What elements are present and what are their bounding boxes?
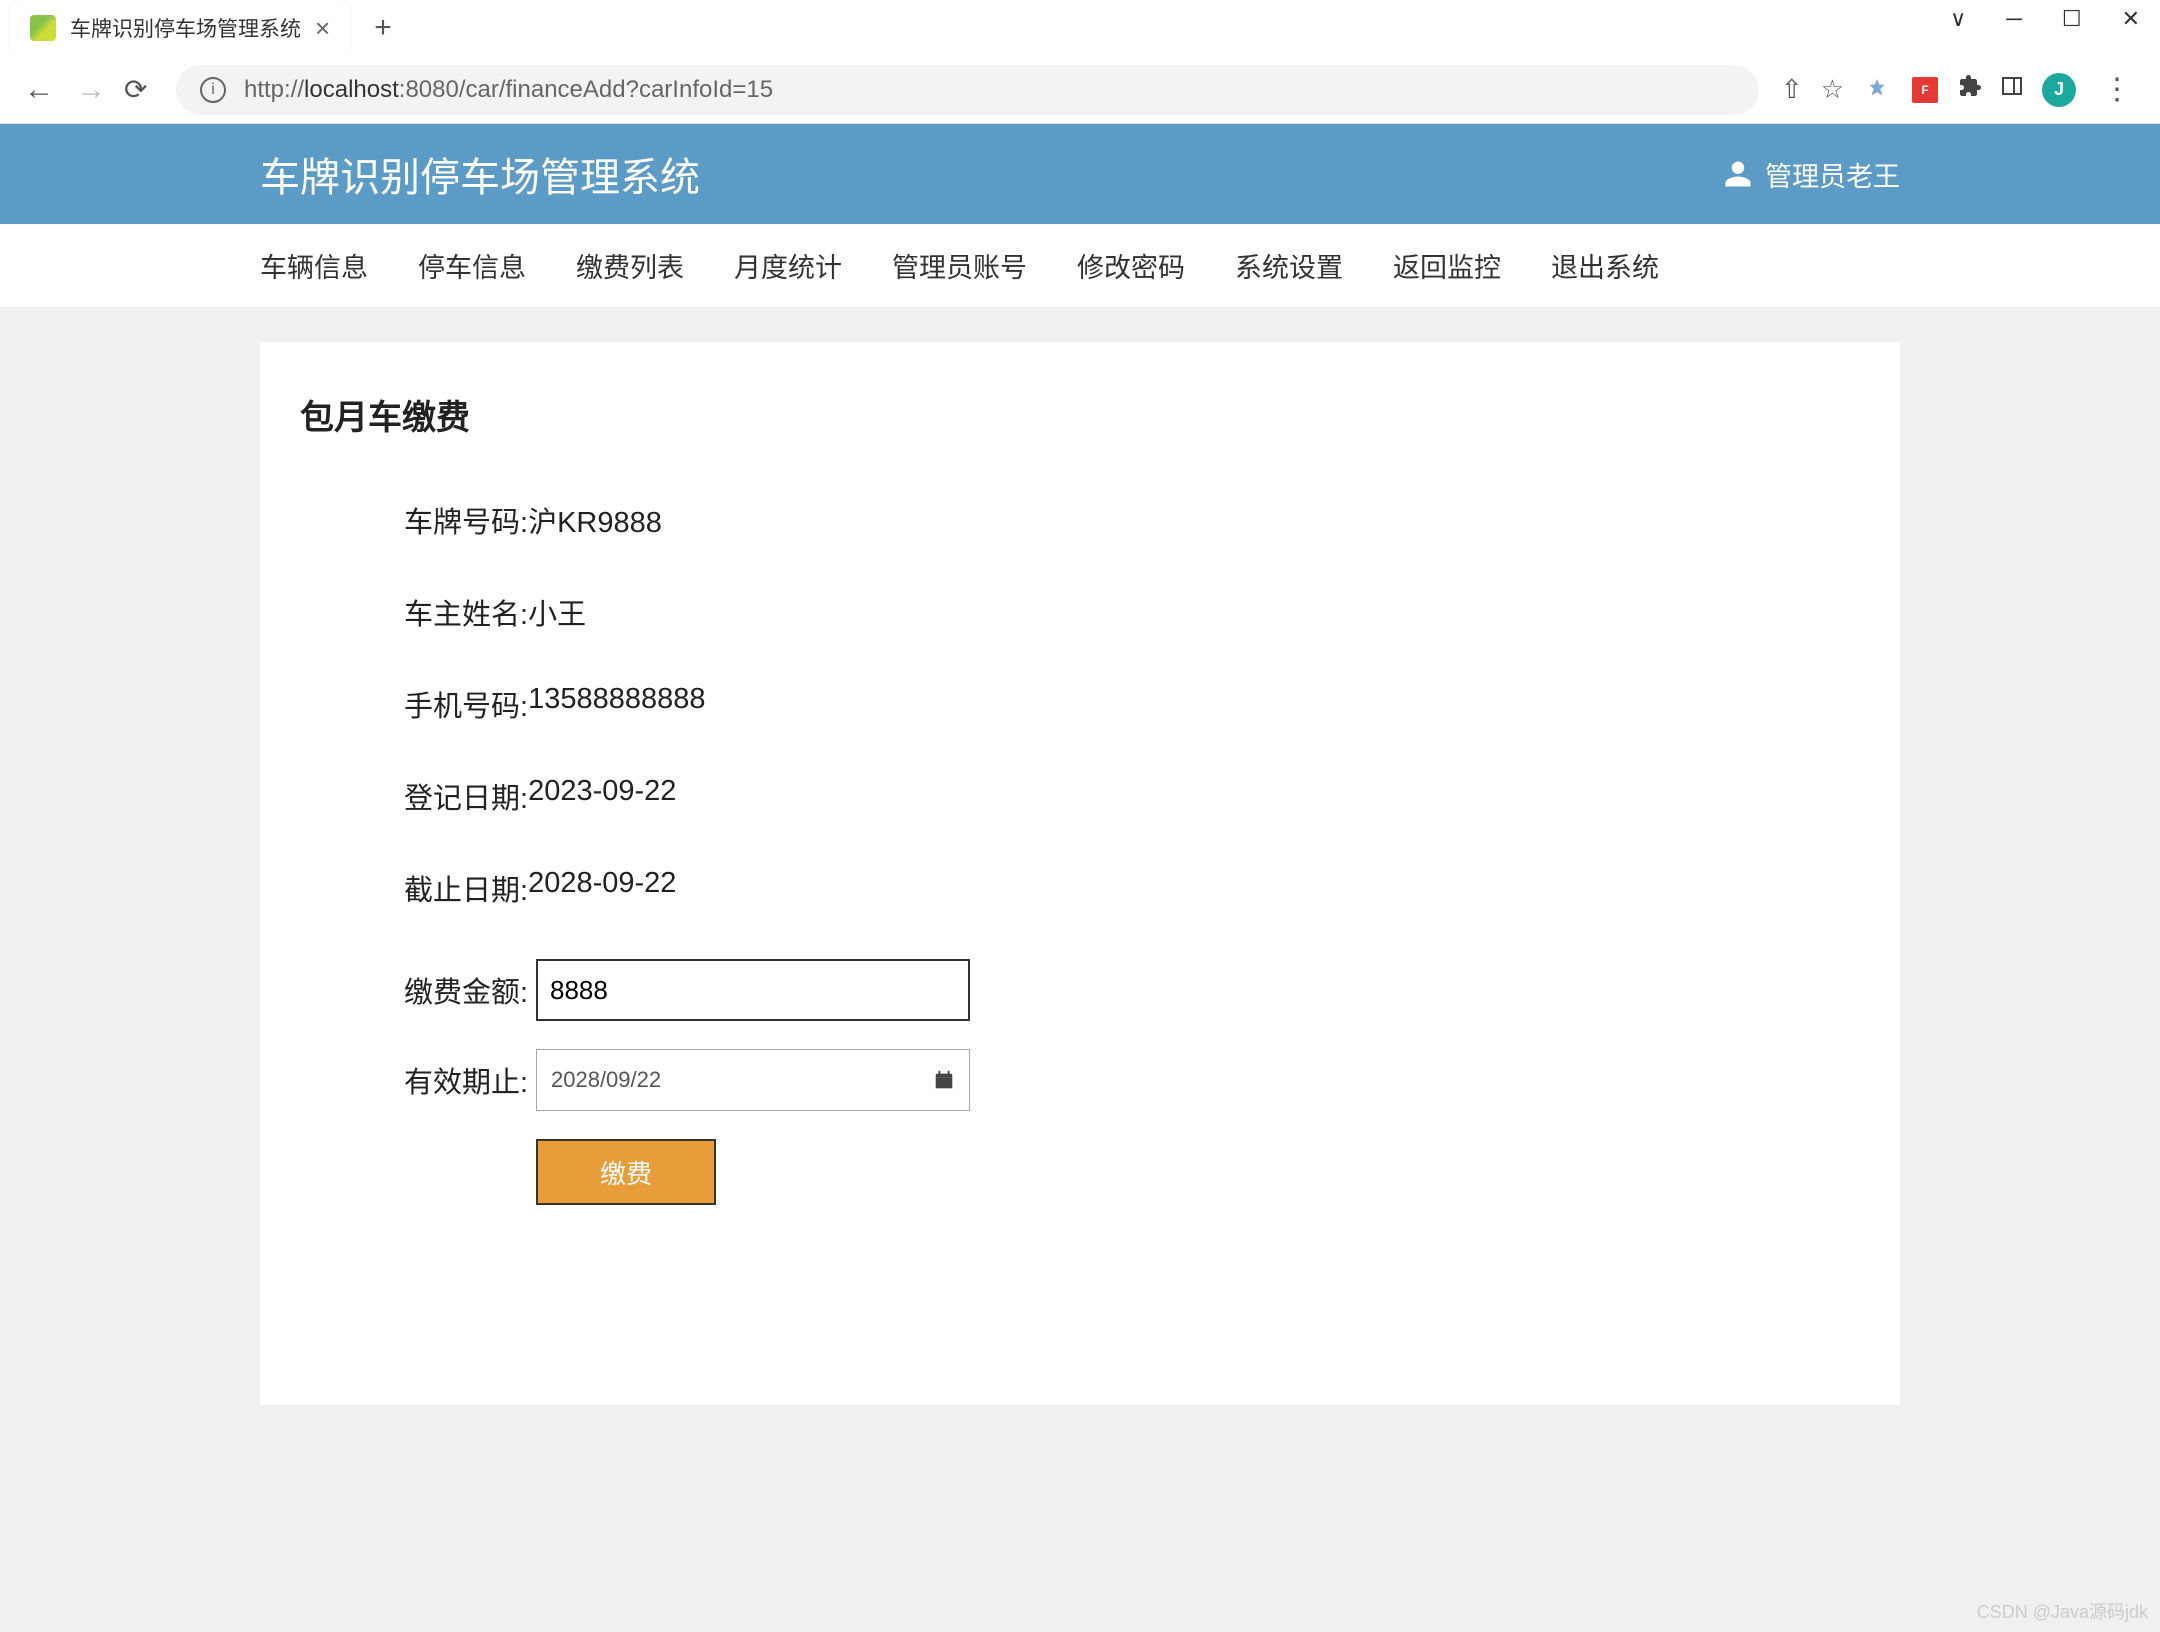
url-path: :8080/car/financeAdd?carInfoId=15 bbox=[399, 76, 773, 103]
browser-menu-icon[interactable]: ⋮ bbox=[2094, 72, 2140, 107]
watermark: CSDN @Java源码jdk bbox=[1977, 1598, 2148, 1624]
content-card: 包月车缴费 车牌号码:沪KR9888 车主姓名:小王 手机号码:13588888… bbox=[260, 342, 1900, 1405]
page-content: 车牌识别停车场管理系统 管理员老王 车辆信息 停车信息 缴费列表 月度统计 管理… bbox=[0, 124, 2160, 1632]
plate-row: 车牌号码:沪KR9888 bbox=[404, 499, 1860, 541]
end-date-row: 截止日期:2028-09-22 bbox=[404, 867, 1860, 909]
phone-row: 手机号码:13588888888 bbox=[404, 683, 1860, 725]
url-input[interactable]: i http://localhost:8080/car/financeAdd?c… bbox=[176, 65, 1759, 115]
nav-item-logout[interactable]: 退出系统 bbox=[1551, 246, 1659, 285]
reg-label: 登记日期: bbox=[404, 775, 528, 817]
payment-form: 车牌号码:沪KR9888 车主姓名:小王 手机号码:13588888888 登记… bbox=[300, 499, 1860, 1205]
browser-tab-bar: 车牌识别停车场管理系统 × + ∨ ─ ☐ ✕ bbox=[0, 0, 2160, 56]
tab-close-icon[interactable]: × bbox=[315, 13, 330, 44]
phone-label: 手机号码: bbox=[404, 683, 528, 725]
valid-until-value: 2028/09/22 bbox=[551, 1067, 661, 1093]
nav-item-admin-account[interactable]: 管理员账号 bbox=[892, 246, 1027, 285]
reg-value: 2023-09-22 bbox=[528, 775, 676, 817]
window-minimize-icon[interactable]: ─ bbox=[2006, 8, 2022, 30]
extension-icon-2[interactable]: F bbox=[1910, 75, 1940, 105]
share-icon[interactable]: ⇧ bbox=[1781, 74, 1803, 105]
tab-title: 车牌识别停车场管理系统 bbox=[70, 13, 301, 43]
nav-item-system-settings[interactable]: 系统设置 bbox=[1235, 246, 1343, 285]
user-label: 管理员老王 bbox=[1765, 155, 1900, 194]
end-label: 截止日期: bbox=[404, 867, 528, 909]
calendar-icon bbox=[933, 1069, 955, 1091]
extensions-puzzle-icon[interactable] bbox=[1958, 74, 1982, 105]
valid-until-input[interactable]: 2028/09/22 bbox=[536, 1049, 970, 1111]
nav-menu: 车辆信息 停车信息 缴费列表 月度统计 管理员账号 修改密码 系统设置 返回监控… bbox=[0, 224, 2160, 308]
amount-input[interactable] bbox=[536, 959, 970, 1021]
tab-favicon bbox=[30, 15, 56, 41]
owner-row: 车主姓名:小王 bbox=[404, 591, 1860, 633]
browser-tab[interactable]: 车牌识别停车场管理系统 × bbox=[10, 0, 350, 56]
url-text: http://localhost:8080/car/financeAdd?car… bbox=[244, 76, 773, 104]
site-info-icon[interactable]: i bbox=[200, 77, 226, 103]
nav-forward-button[interactable]: → bbox=[72, 73, 110, 107]
reg-date-row: 登记日期:2023-09-22 bbox=[404, 775, 1860, 817]
app-header: 车牌识别停车场管理系统 管理员老王 bbox=[0, 124, 2160, 224]
user-area[interactable]: 管理员老王 bbox=[1723, 155, 1900, 194]
reload-button[interactable]: ⟳ bbox=[124, 73, 162, 106]
new-tab-button[interactable]: + bbox=[350, 0, 416, 56]
amount-label: 缴费金额: bbox=[404, 969, 536, 1011]
extension-badge: F bbox=[1912, 77, 1938, 103]
owner-value: 小王 bbox=[528, 591, 586, 633]
nav-item-parking-info[interactable]: 停车信息 bbox=[418, 246, 526, 285]
extension-icon-1[interactable] bbox=[1862, 75, 1892, 105]
valid-label: 有效期止: bbox=[404, 1059, 536, 1101]
url-prefix: http:// bbox=[244, 76, 304, 103]
window-close-icon[interactable]: ✕ bbox=[2122, 8, 2140, 30]
nav-item-monthly-stats[interactable]: 月度统计 bbox=[734, 246, 842, 285]
address-bar: ← → ⟳ i http://localhost:8080/car/financ… bbox=[0, 56, 2160, 124]
end-value: 2028-09-22 bbox=[528, 867, 676, 909]
plate-value: 沪KR9888 bbox=[528, 499, 662, 541]
submit-payment-button[interactable]: 缴费 bbox=[536, 1139, 716, 1205]
nav-item-payment-list[interactable]: 缴费列表 bbox=[576, 246, 684, 285]
user-icon bbox=[1723, 159, 1753, 189]
app-title: 车牌识别停车场管理系统 bbox=[260, 145, 700, 203]
url-host: localhost bbox=[304, 76, 399, 103]
window-minimize-dash-icon[interactable]: ∨ bbox=[1950, 8, 1966, 30]
profile-avatar[interactable]: J bbox=[2042, 73, 2076, 107]
bookmark-star-icon[interactable]: ☆ bbox=[1821, 74, 1844, 105]
nav-item-change-password[interactable]: 修改密码 bbox=[1077, 246, 1185, 285]
phone-value: 13588888888 bbox=[528, 683, 705, 725]
nav-item-vehicle-info[interactable]: 车辆信息 bbox=[260, 246, 368, 285]
valid-until-row: 有效期止: 2028/09/22 bbox=[404, 1049, 1860, 1111]
window-maximize-icon[interactable]: ☐ bbox=[2062, 8, 2082, 30]
owner-label: 车主姓名: bbox=[404, 591, 528, 633]
nav-item-return-monitor[interactable]: 返回监控 bbox=[1393, 246, 1501, 285]
plate-label: 车牌号码: bbox=[404, 499, 528, 541]
card-title: 包月车缴费 bbox=[300, 390, 1860, 439]
side-panel-icon[interactable] bbox=[2000, 74, 2024, 105]
nav-back-button[interactable]: ← bbox=[20, 73, 58, 107]
amount-row: 缴费金额: bbox=[404, 959, 1860, 1021]
